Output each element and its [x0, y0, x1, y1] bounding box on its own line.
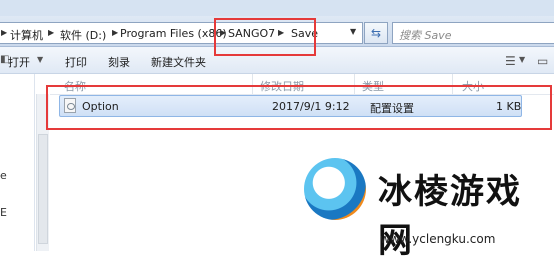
watermark-logo-icon: [304, 158, 366, 220]
breadcrumb-item-program-files[interactable]: Program Files (x86): [120, 27, 227, 40]
scrollbar-thumb[interactable]: [38, 134, 48, 244]
breadcrumb-item-computer[interactable]: 计算机: [10, 27, 43, 43]
nav-item-fragment[interactable]: e: [0, 169, 7, 182]
refresh-button[interactable]: ⇆: [364, 22, 388, 44]
navigation-pane[interactable]: e E: [0, 74, 35, 251]
highlight-box-path: [214, 18, 316, 56]
view-options-icon[interactable]: ☰: [505, 54, 516, 68]
window-top-strip: [0, 0, 554, 16]
breadcrumb-separator-icon[interactable]: ▶: [1, 28, 7, 37]
refresh-icon: ⇆: [370, 26, 382, 40]
open-button[interactable]: 打开: [8, 54, 30, 70]
watermark-url: www.yclengku.com: [380, 232, 496, 246]
breadcrumb-separator-icon[interactable]: ▶: [48, 28, 54, 37]
print-button[interactable]: 打印: [65, 54, 87, 70]
new-folder-button[interactable]: 新建文件夹: [151, 54, 206, 70]
highlight-box-file: [46, 85, 552, 130]
watermark: 冰棱游戏网 www.yclengku.com: [300, 152, 554, 261]
watermark-name: 冰棱游戏网: [378, 172, 522, 261]
nav-item-fragment[interactable]: E: [0, 206, 7, 219]
breadcrumb-separator-icon[interactable]: ▶: [112, 28, 118, 37]
search-input[interactable]: 搜索 Save: [392, 22, 554, 44]
breadcrumb-item-drive[interactable]: 软件 (D:): [60, 27, 106, 43]
chevron-down-icon[interactable]: ▼: [519, 55, 525, 64]
preview-pane-icon[interactable]: ▭: [537, 54, 548, 68]
search-placeholder: 搜索 Save: [399, 29, 452, 42]
chevron-down-icon[interactable]: ▼: [37, 55, 43, 64]
burn-button[interactable]: 刻录: [108, 54, 130, 70]
chevron-down-icon[interactable]: ▼: [350, 27, 356, 36]
